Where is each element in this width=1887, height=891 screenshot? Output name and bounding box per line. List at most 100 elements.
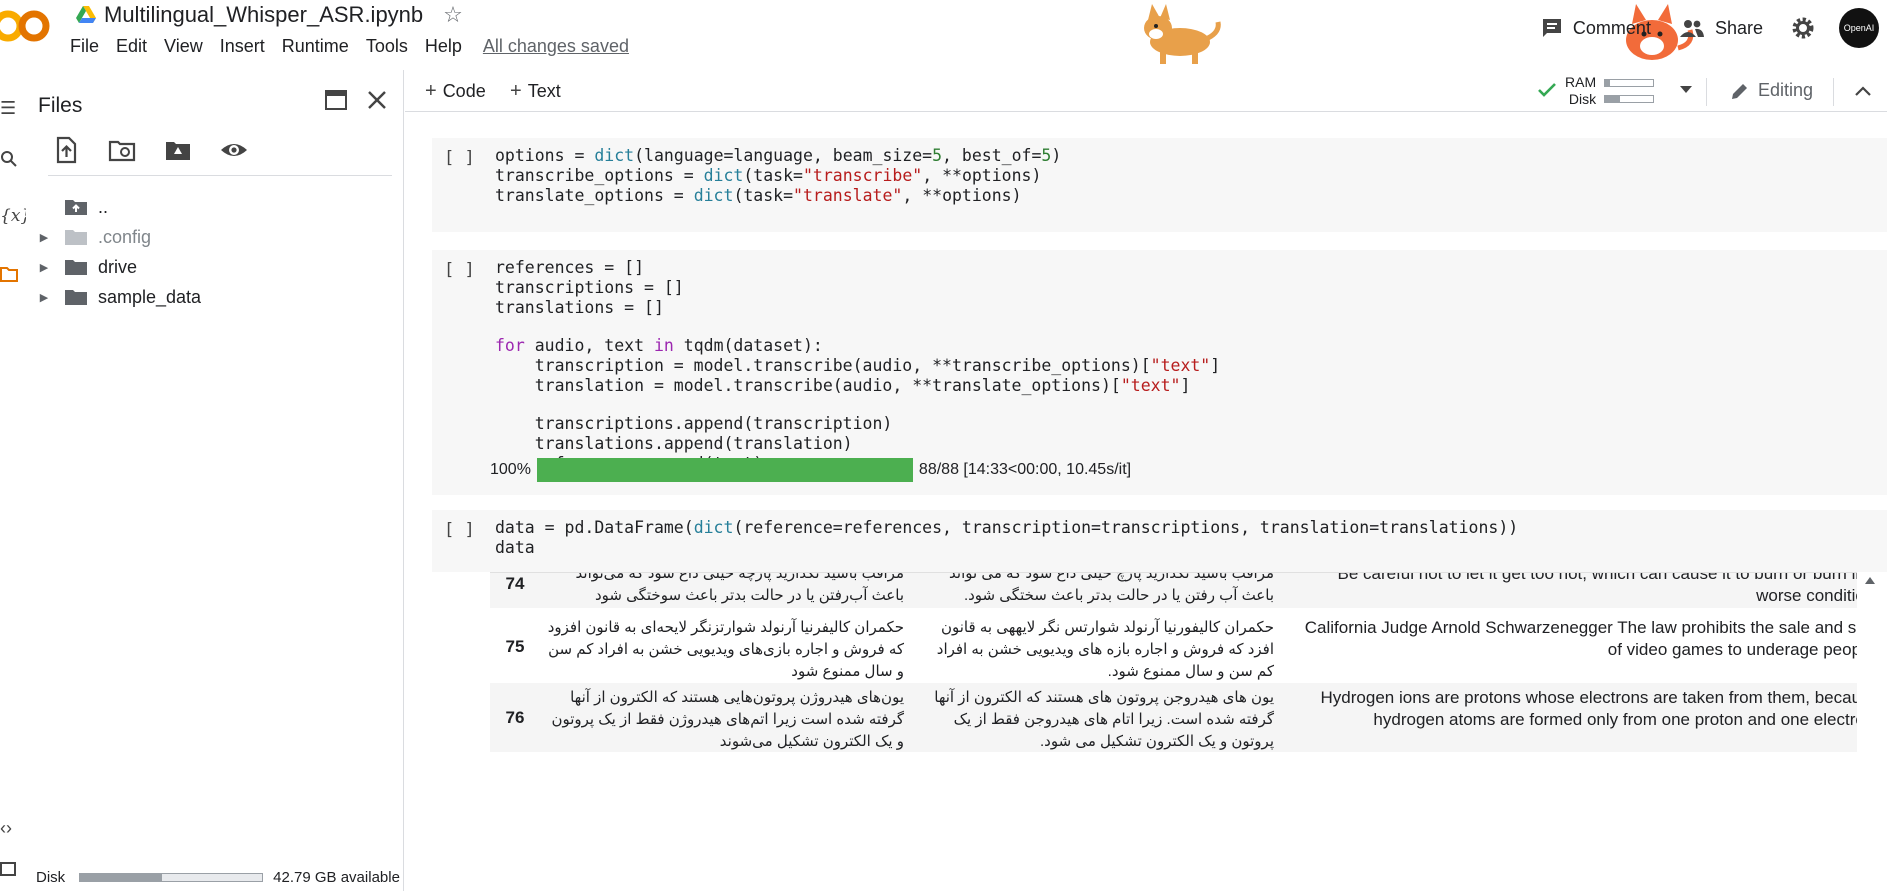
files-divider (48, 175, 392, 176)
notebook-toolbar: + Code + Text RAM Disk Editing (405, 70, 1887, 112)
resource-monitor[interactable]: RAM Disk (1565, 74, 1655, 108)
cell-code[interactable]: data = pd.DataFrame(dict(reference=refer… (495, 518, 1518, 558)
files-panel-title: Files (38, 94, 83, 117)
left-rail: ☰ {x} ‹› (0, 70, 31, 891)
folder-icon (65, 230, 87, 245)
google-drive-icon[interactable] (76, 6, 96, 24)
star-icon[interactable]: ☆ (443, 2, 463, 28)
people-icon (1679, 20, 1704, 37)
menu-tools[interactable]: Tools (366, 36, 408, 57)
pencil-icon (1732, 83, 1747, 99)
mount-drive-icon[interactable] (164, 136, 192, 164)
menu-file[interactable]: File (70, 36, 99, 57)
upload-file-icon[interactable] (52, 136, 80, 164)
disk-usage: Disk 42.79 GB available (36, 863, 404, 891)
expand-caret-icon[interactable]: ▶ (34, 231, 54, 244)
close-icon[interactable] (367, 90, 387, 110)
toolbar-divider (1706, 78, 1707, 106)
menu-edit[interactable]: Edit (116, 36, 147, 57)
user-avatar[interactable]: OpenAI (1839, 8, 1879, 48)
run-cell-button[interactable]: [ ] (444, 148, 475, 168)
disk-available: 42.79 GB available (273, 868, 400, 886)
collapse-chevron-up-icon[interactable] (1855, 86, 1871, 96)
row-index: 75 (505, 636, 525, 656)
corgi-mascot (1144, 4, 1221, 64)
editing-label: Editing (1758, 80, 1814, 100)
disk-usage-fill (80, 873, 163, 881)
add-code-cell-button[interactable]: + Code (425, 80, 486, 103)
tree-item-label: drive (98, 256, 138, 277)
cell-english: Be careful not to let it get too hot, wh… (1337, 572, 1858, 605)
show-hidden-files-icon[interactable] (220, 136, 248, 164)
files-panel: Files .. ▶ .config ▶ drive ▶ sample_data… (26, 70, 404, 891)
tree-item-parent[interactable]: .. (34, 192, 394, 222)
menu-bar: File Edit View Insert Runtime Tools Help… (70, 36, 646, 57)
open-in-window-icon[interactable] (325, 90, 347, 110)
comment-icon (1542, 19, 1561, 37)
progress-bar (536, 458, 913, 482)
code-cell-options[interactable]: [ ] options = dict(language=language, be… (432, 138, 1887, 232)
code-cell-dataframe[interactable]: [ ] data = pd.DataFrame(dict(reference=r… (432, 510, 1887, 572)
table-row: 76 یون‌های هیدروژن پروتون‌هایی هستند که … (490, 683, 1857, 753)
editing-mode-button[interactable]: Editing (1730, 80, 1813, 101)
add-text-cell-button[interactable]: + Text (510, 80, 561, 103)
file-tree: .. ▶ .config ▶ drive ▶ sample_data (34, 192, 394, 312)
menu-help[interactable]: Help (425, 36, 462, 57)
toolbar-divider (1833, 78, 1834, 106)
cell-transcription: حکمران کالیفرنیا آرنولد شوارتزنگر لایحه‌… (547, 619, 904, 680)
share-button[interactable]: Share (1679, 18, 1763, 39)
settings-gear-icon[interactable] (1791, 16, 1815, 40)
ram-usage-bar (1604, 79, 1655, 87)
progress-output: 100% 88/88 [14:33<00:00, 10.45s/it] (490, 458, 1131, 482)
add-code-label: Code (442, 81, 486, 101)
cell-translation-fa: حکمران کالیفورنیا آرنولد شوارتس نگر لایه… (936, 619, 1274, 680)
save-status[interactable]: All changes saved (483, 36, 629, 57)
cell-translation-fa: مراقب باشید نگذارید پارچ خیلی داغ شود که… (949, 572, 1274, 604)
progress-bar-fill (536, 458, 913, 482)
refresh-folder-icon[interactable] (108, 136, 136, 164)
run-cell-button[interactable]: [ ] (444, 520, 475, 540)
table-row: 74 مراقب باشید نگذارید پارچه خیلی داغ شو… (490, 572, 1858, 609)
cell-code[interactable]: references = [] transcriptions = [] transl… (495, 258, 1220, 474)
output-scroll-up-icon[interactable] (1865, 576, 1875, 584)
expand-caret-icon[interactable]: ▶ (34, 291, 54, 304)
cell-translation-fa: یون های هیدروجن پروتون های هستند که الکت… (934, 689, 1274, 750)
comment-button[interactable]: Comment (1541, 17, 1651, 39)
tree-item-label: .config (98, 226, 152, 247)
parent-folder-icon (65, 200, 87, 215)
run-cell-button[interactable]: [ ] (444, 260, 475, 280)
ram-usage-fill (1605, 80, 1610, 86)
progress-detail: 88/88 [14:33<00:00, 10.45s/it] (918, 461, 1132, 478)
disk-usage-fill (1605, 96, 1620, 102)
colab-logo[interactable] (0, 6, 54, 46)
cell-english: Hydrogen ions are protons whose electron… (1320, 688, 1857, 729)
cell-transcription: مراقب باشید نگذارید پارچه خیلی داغ شود ک… (575, 572, 904, 604)
share-label: Share (1714, 17, 1763, 38)
avatar-label: OpenAI (1843, 23, 1875, 33)
plus-icon: + (510, 80, 522, 102)
row-index: 76 (505, 707, 525, 727)
folder-icon (65, 260, 87, 275)
menu-icon[interactable]: ☰ (0, 98, 20, 118)
table-row: 75 حکمران کالیفرنیا آرنولد شوارتزنگر لای… (490, 613, 1857, 681)
notebook-title[interactable]: Multilingual_Whisper_ASR.ipynb (104, 2, 423, 28)
search-icon[interactable] (0, 150, 20, 170)
tree-item-drive[interactable]: ▶ drive (34, 252, 394, 282)
resource-dropdown-icon[interactable] (1680, 86, 1692, 94)
folder-icon (65, 290, 87, 305)
code-snippets-icon[interactable]: ‹› (0, 818, 20, 838)
folder-icon[interactable] (0, 266, 20, 286)
variables-icon[interactable]: {x} (0, 206, 31, 226)
menu-insert[interactable]: Insert (220, 36, 265, 57)
menu-runtime[interactable]: Runtime (282, 36, 349, 57)
tree-item-config[interactable]: ▶ .config (34, 222, 394, 252)
disk-usage-bar (79, 872, 264, 882)
disk-label: Disk (1568, 91, 1597, 107)
terminal-icon[interactable] (0, 860, 20, 880)
dataframe-output: 74 مراقب باشید نگذارید پارچه خیلی داغ شو… (490, 572, 1857, 891)
menu-view[interactable]: View (164, 36, 203, 57)
tree-item-sample-data[interactable]: ▶ sample_data (34, 282, 394, 312)
cell-code[interactable]: options = dict(language=language, beam_s… (495, 146, 1061, 206)
plus-icon: + (425, 80, 437, 102)
expand-caret-icon[interactable]: ▶ (34, 261, 54, 274)
